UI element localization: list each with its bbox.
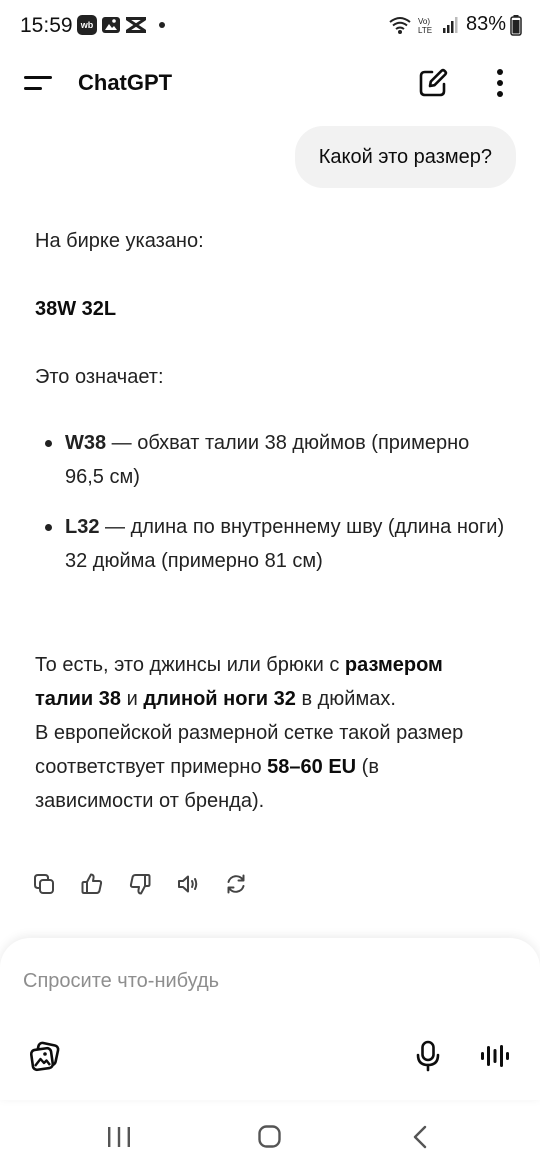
status-time: 15:59 <box>20 14 73 37</box>
bold-run: 58–60 EU <box>267 756 357 778</box>
wifi-icon <box>389 16 411 34</box>
text-run: В европейской размерной сетке такой разм… <box>35 722 464 778</box>
user-message-bubble: Какой это размер? <box>294 126 516 188</box>
thumbs-down-icon[interactable] <box>128 872 152 896</box>
assistant-bullet-list: W38 — обхват талии 38 дюймов (примерно 9… <box>35 426 505 594</box>
list-item: W38 — обхват талии 38 дюймов (примерно 9… <box>35 426 505 494</box>
back-icon[interactable] <box>412 1125 428 1149</box>
assistant-paragraph: На бирке указано: <box>35 230 204 252</box>
copy-icon[interactable] <box>32 872 56 896</box>
voice-mode-icon[interactable] <box>480 1044 510 1068</box>
read-aloud-icon[interactable] <box>176 872 200 896</box>
signal-icon <box>442 16 458 33</box>
status-bar: 15:59 wb Vo) LTE 83% <box>0 0 540 52</box>
system-navbar <box>0 1100 540 1170</box>
message-actions <box>32 872 248 896</box>
notification-dot <box>159 22 165 28</box>
battery-icon <box>510 14 522 36</box>
composer <box>0 938 540 1100</box>
wb-badge-icon: wb <box>77 15 97 35</box>
bullet-text: — длина по внутреннему шву (длина ноги) … <box>65 516 505 572</box>
microphone-icon[interactable] <box>414 1040 442 1072</box>
attach-image-icon[interactable] <box>28 1039 62 1073</box>
battery-percent: 83% <box>465 13 506 35</box>
bullet-term: W38 <box>65 432 107 454</box>
image-icon <box>102 17 120 33</box>
status-left-icons: wb <box>77 15 165 35</box>
recent-apps-icon[interactable] <box>106 1126 132 1148</box>
bullet-term: L32 <box>65 516 100 538</box>
more-options-icon[interactable] <box>488 66 512 100</box>
regenerate-icon[interactable] <box>224 872 248 896</box>
home-icon[interactable] <box>258 1125 281 1148</box>
text-run: То есть, это джинсы или брюки с <box>35 654 345 676</box>
status-right-icons: Vo) LTE 83% <box>388 13 522 36</box>
capcut-icon <box>126 17 146 33</box>
assistant-paragraph: То есть, это джинсы или брюки с размером… <box>35 648 490 818</box>
svg-text:Vo): Vo) <box>418 17 430 26</box>
volte-icon: Vo) LTE <box>418 17 432 35</box>
app-title[interactable]: ChatGPT <box>78 70 172 96</box>
new-chat-icon[interactable] <box>416 66 450 100</box>
list-item: L32 — длина по внутреннему шву (длина но… <box>35 510 505 578</box>
assistant-size-code: 38W 32L <box>35 298 117 320</box>
app-header: ChatGPT <box>0 52 540 114</box>
assistant-paragraph: Это означает: <box>35 366 164 388</box>
bullet-text: — обхват талии 38 дюймов (примерно 96,5 … <box>65 432 470 488</box>
menu-icon[interactable] <box>22 72 56 96</box>
svg-text:LTE: LTE <box>418 26 432 35</box>
text-run: и <box>121 688 144 710</box>
thumbs-up-icon[interactable] <box>80 872 104 896</box>
message-input[interactable] <box>23 966 503 996</box>
text-run: в дюймах. <box>295 688 396 710</box>
bold-run: длиной ноги 32 <box>143 688 296 710</box>
